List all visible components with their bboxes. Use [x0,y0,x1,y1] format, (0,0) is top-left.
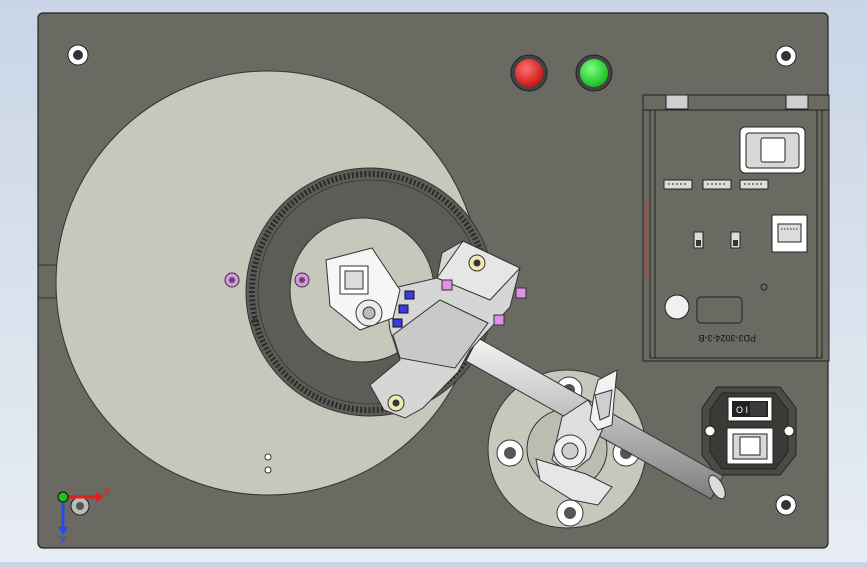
y-axis-label: Y [59,534,67,546]
corner-screw [67,44,89,66]
disc-hole [264,453,272,461]
green-light-lens [580,59,608,87]
corner-screw [775,45,797,67]
fuse-holder[interactable] [726,427,774,465]
red-light-lens [515,59,543,87]
red-indicator-light[interactable] [510,54,548,92]
module-label: PD3-3024-3-B [698,333,756,343]
module-button[interactable] [664,294,690,320]
module-tab [665,94,689,110]
disc-hole [264,466,272,474]
usb-port[interactable] [739,126,806,174]
dip-switch[interactable] [693,231,704,249]
base-screw [556,499,584,527]
green-indicator-light[interactable] [575,54,613,92]
dip-switch[interactable] [730,231,741,249]
corner-screw [775,494,797,516]
socket-screw [783,425,795,437]
socket-screw [704,425,716,437]
pink-bolt [224,272,240,288]
bracket-screw [387,394,405,412]
switch-text: O I [736,405,748,415]
rj45-port[interactable] [771,214,808,253]
bracket-screw [468,254,486,272]
module-tab [785,94,809,110]
base-screw [496,439,524,467]
module-label-plate [696,296,743,324]
power-switch[interactable]: O I [727,396,773,422]
cad-viewport[interactable]: PD3-3024-3-B O I X Y [0,0,867,562]
x-axis-label: X [103,486,111,498]
pin-header [663,179,769,190]
pink-bolt [294,272,310,288]
